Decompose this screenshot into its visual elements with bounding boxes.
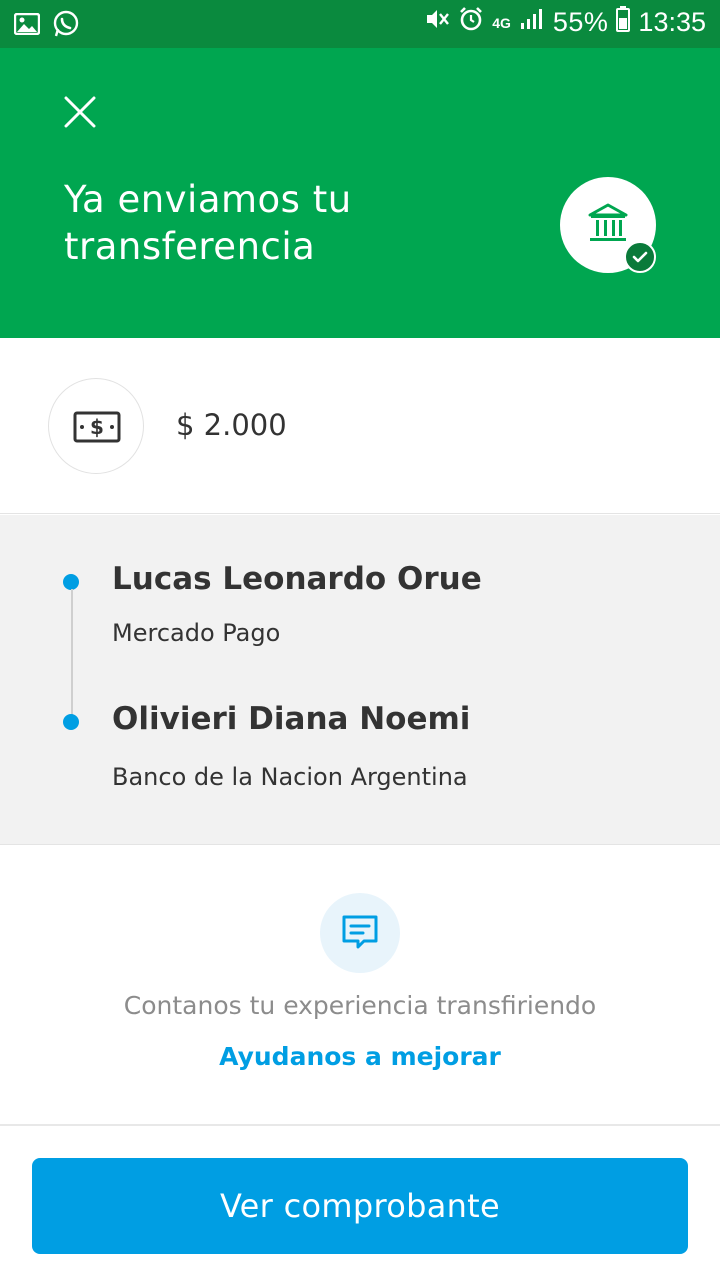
status-bar-left [13,10,80,43]
feedback-text: Contanos tu experiencia transfiriendo [123,991,597,1020]
4g-icon: 4G [492,14,511,31]
sender-dot [63,574,79,590]
transfer-amount: $ 2.000 [176,408,287,442]
mute-vibrate-icon [424,7,450,38]
bank-badge [560,177,656,273]
timeline-line [71,589,73,719]
battery-icon [616,6,631,39]
image-icon [13,12,41,40]
whatsapp-icon [52,10,80,43]
sender-bank: Mercado Pago [112,619,281,647]
close-icon[interactable] [60,92,100,132]
status-bar: 4G 55% 13:35 [0,0,720,48]
battery-percent: 55% [552,7,609,37]
recipient-name: Olivieri Diana Noemi [112,701,471,737]
check-icon [624,241,656,273]
recipient-bank: Banco de la Nacion Argentina [112,763,468,791]
recipient-dot [63,714,79,730]
status-bar-right: 4G 55% 13:35 [424,6,706,39]
success-header: Ya enviamos tu transferencia [0,48,720,338]
message-icon [320,893,400,973]
sender-name: Lucas Leonardo Orue [112,561,482,597]
alarm-icon [458,6,484,39]
svg-text:$: $ [90,415,104,439]
feedback-link[interactable]: Ayudanos a mejorar [0,1042,720,1071]
amount-row: $ $ 2.000 [0,338,720,514]
signal-icon [519,7,545,38]
view-receipt-button[interactable]: Ver comprobante [32,1158,688,1254]
transfer-parties: Lucas Leonardo Orue Mercado Pago Olivier… [0,515,720,845]
money-bill-icon: $ [48,378,144,474]
feedback-section: Contanos tu experiencia transfiriendo Ay… [0,846,720,1126]
bank-icon [586,201,630,250]
page-title: Ya enviamos tu transferencia [64,178,352,268]
clock: 13:35 [638,7,706,37]
